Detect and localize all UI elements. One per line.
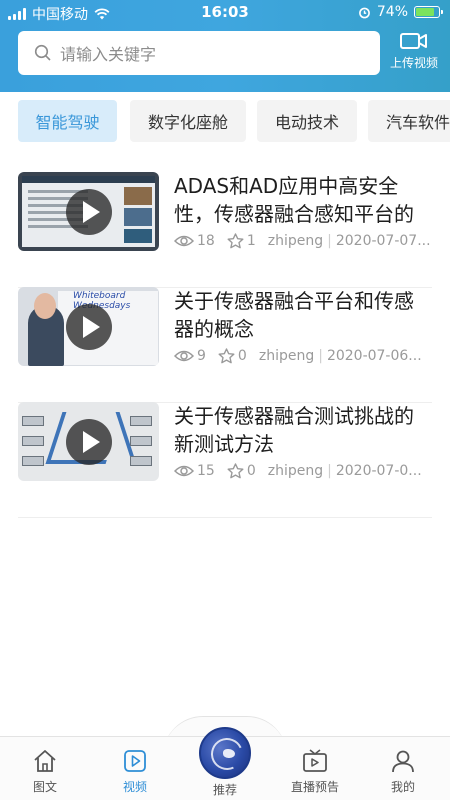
category-tabs: 智能驾驶 数字化座舱 电动技术 汽车软件 bbox=[0, 100, 450, 142]
nav-label: 视频 bbox=[122, 780, 147, 794]
video-list-item[interactable]: Whiteboard Wednesdays 关于传感器融合平台和传感器的概念 9… bbox=[18, 287, 432, 403]
star-icon bbox=[218, 348, 235, 364]
video-thumbnail[interactable] bbox=[18, 172, 159, 251]
author-name: zhipeng bbox=[267, 463, 324, 479]
tab-label: 数字化座舱 bbox=[147, 113, 228, 132]
star-icon bbox=[227, 233, 244, 249]
header: 中国移动 16:03 74% 请输入关键字 上传视频 bbox=[0, 0, 450, 92]
video-meta: 9 0 zhipeng | 2020-07-06... bbox=[174, 348, 432, 364]
star-icon bbox=[227, 463, 244, 479]
nav-tab-articles[interactable]: 图文 bbox=[10, 748, 80, 795]
view-count: 15 bbox=[197, 463, 215, 479]
play-icon[interactable] bbox=[65, 188, 112, 235]
video-title[interactable]: ADAS和AD应用中高安全性，传感器融合感知平台的 bbox=[174, 172, 430, 228]
nav-tab-videos[interactable]: 视频 bbox=[100, 748, 170, 795]
publish-date: 2020-07-0... bbox=[335, 463, 422, 479]
video-meta: 18 1 zhipeng | 2020-07-07... bbox=[174, 233, 432, 249]
battery-percent: 74% bbox=[376, 4, 408, 20]
like-count: 1 bbox=[246, 233, 256, 249]
video-title[interactable]: 关于传感器融合平台和传感器的概念 bbox=[174, 287, 430, 343]
alarm-icon bbox=[358, 7, 370, 18]
video-camera-icon bbox=[400, 33, 427, 49]
nav-tab-recommended[interactable]: 推荐 bbox=[190, 781, 260, 798]
view-count: 9 bbox=[197, 348, 206, 364]
upload-video-label: 上传视频 bbox=[389, 56, 438, 70]
view-count: 18 bbox=[197, 233, 215, 249]
tab-smart-driving[interactable]: 智能驾驶 bbox=[18, 100, 117, 142]
video-title[interactable]: 关于传感器融合测试挑战的新测试方法 bbox=[174, 402, 430, 458]
video-play-icon bbox=[124, 750, 146, 772]
nav-label: 我的 bbox=[390, 780, 415, 794]
tv-icon bbox=[303, 749, 327, 772]
video-meta: 15 0 zhipeng | 2020-07-0... bbox=[174, 463, 432, 479]
tab-label: 汽车软件 bbox=[386, 113, 450, 132]
search-icon bbox=[34, 44, 51, 61]
search-input[interactable]: 请输入关键字 bbox=[60, 41, 156, 65]
eye-icon bbox=[174, 235, 194, 247]
publish-date: 2020-07-06... bbox=[326, 348, 422, 364]
author-name: zhipeng bbox=[267, 233, 324, 249]
tab-label: 电动技术 bbox=[274, 113, 339, 132]
battery-icon bbox=[414, 6, 443, 18]
like-count: 0 bbox=[237, 348, 247, 364]
publish-date: 2020-07-07... bbox=[335, 233, 431, 249]
nav-label: 图文 bbox=[32, 780, 57, 794]
play-icon[interactable] bbox=[65, 418, 112, 465]
search-bar[interactable]: 请输入关键字 bbox=[18, 31, 380, 75]
tab-digital-cockpit[interactable]: 数字化座舱 bbox=[130, 100, 246, 142]
nav-tab-profile[interactable]: 我的 bbox=[368, 748, 438, 795]
video-list-item[interactable]: 关于传感器融合测试挑战的新测试方法 15 0 zhipeng | 2020-07… bbox=[18, 402, 432, 518]
user-icon bbox=[392, 750, 414, 773]
author-name: zhipeng bbox=[258, 348, 315, 364]
tab-auto-software[interactable]: 汽车软件 bbox=[368, 100, 450, 142]
play-icon[interactable] bbox=[65, 303, 112, 350]
nav-tab-live-preview[interactable]: 直播预告 bbox=[280, 748, 350, 795]
video-thumbnail[interactable] bbox=[18, 402, 159, 481]
upload-video-button[interactable]: 上传视频 bbox=[386, 30, 442, 78]
app-logo-icon[interactable] bbox=[199, 727, 251, 779]
tab-electric-tech[interactable]: 电动技术 bbox=[257, 100, 357, 142]
status-bar: 中国移动 16:03 74% bbox=[0, 0, 450, 26]
video-thumbnail[interactable]: Whiteboard Wednesdays bbox=[18, 287, 159, 366]
tab-label: 智能驾驶 bbox=[35, 113, 100, 132]
like-count: 0 bbox=[246, 463, 256, 479]
nav-label: 直播预告 bbox=[290, 780, 339, 794]
eye-icon bbox=[174, 465, 194, 477]
video-list-item[interactable]: ADAS和AD应用中高安全性，传感器融合感知平台的 18 1 zhipeng |… bbox=[18, 172, 432, 288]
home-icon bbox=[34, 750, 56, 772]
eye-icon bbox=[174, 350, 194, 362]
